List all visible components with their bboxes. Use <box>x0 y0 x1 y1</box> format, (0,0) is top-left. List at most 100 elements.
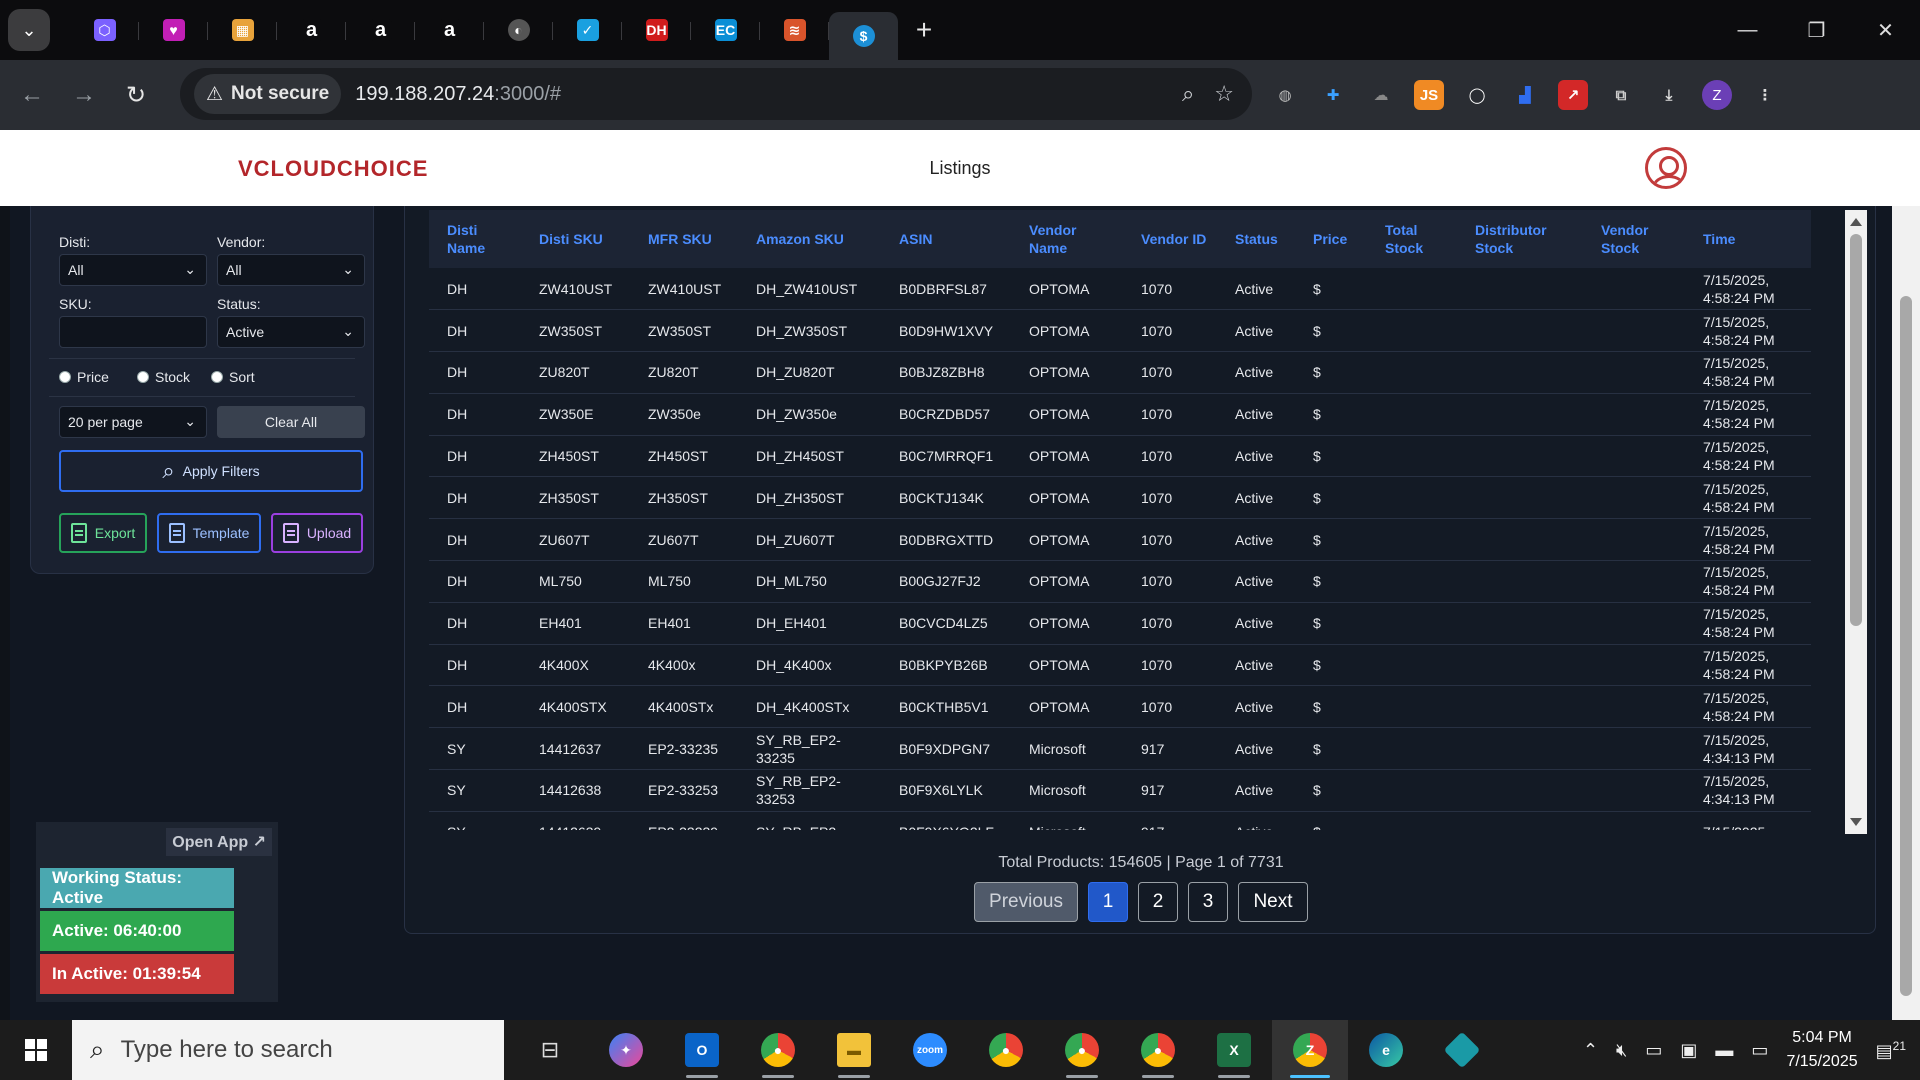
battery-icon[interactable]: ▬ <box>1715 1040 1733 1061</box>
table-row[interactable]: DH ZW410UST ZW410UST DH_ZW410UST B0DBRFSL87 O… <box>429 268 1811 311</box>
volume-muted-icon[interactable]: 🔇︎ <box>1616 1040 1627 1061</box>
diamond-app-icon[interactable] <box>1424 1020 1500 1080</box>
column-header[interactable]: Amazon SKU <box>738 210 881 268</box>
url-text[interactable]: 199.188.207.24:3000/# <box>355 83 561 106</box>
radio-stock[interactable]: Stock <box>137 369 190 385</box>
kebab-menu-icon[interactable]: ⋮ <box>1750 80 1780 110</box>
network-icon[interactable]: ▣ <box>1680 1040 1697 1061</box>
page-2-button[interactable]: 2 <box>1138 882 1178 922</box>
apply-filters-button[interactable]: ⌕ Apply Filters <box>59 450 363 492</box>
cloud-extension-icon[interactable]: ☁ <box>1366 80 1396 110</box>
browser-tab[interactable]: a <box>415 8 484 52</box>
browser-tab[interactable]: ♥ <box>139 8 208 52</box>
column-header[interactable]: Total Stock <box>1367 210 1457 268</box>
extensions-icon[interactable]: ⧉ <box>1606 80 1636 110</box>
start-button[interactable] <box>0 1020 72 1080</box>
browser-tab[interactable]: ⬡ <box>70 8 139 52</box>
column-header[interactable]: Disti Name <box>429 210 521 268</box>
browser-tab[interactable]: EC <box>691 8 760 52</box>
puzzle-extension-icon[interactable]: ✚ <box>1318 80 1348 110</box>
column-header[interactable]: Vendor Name <box>1011 210 1123 268</box>
security-indicator[interactable]: ⚠ Not secure <box>194 74 342 114</box>
minimize-button[interactable]: — <box>1713 0 1782 60</box>
back-button[interactable]: ← <box>6 69 58 121</box>
address-bar[interactable]: ⚠ Not secure 199.188.207.24:3000/# ⌕ ☆ <box>180 68 1252 120</box>
table-row[interactable]: DH ZU607T ZU607T DH_ZU607T B0DBRGXTTD OPTOMA 1… <box>429 518 1811 562</box>
close-window-button[interactable]: ✕ <box>1851 0 1920 60</box>
task-view-icon[interactable]: ⊟ <box>512 1020 588 1080</box>
table-row[interactable]: SY14412639EP2-33239SY_RB_EP2-B0F9X6YQ2LF… <box>429 811 1811 830</box>
notification-icon[interactable]: ▤21 <box>1876 1039 1906 1062</box>
browser-tab[interactable]: a <box>277 8 346 52</box>
table-row[interactable]: DH 4K400STX 4K400STx DH_4K400STx B0CKTHB5V1 O… <box>429 685 1811 729</box>
download-icon[interactable]: ⤓ <box>1654 80 1684 110</box>
scroll-up-arrow[interactable] <box>1850 218 1862 226</box>
circle-extension-icon[interactable]: ◯ <box>1462 80 1492 110</box>
browser-tab[interactable]: DH <box>622 8 691 52</box>
page-1-button[interactable]: 1 <box>1088 882 1128 922</box>
table-row[interactable]: DH ZH350ST ZH350ST DH_ZH350ST B0CKTJ134K OPTO… <box>429 476 1811 520</box>
browser-tab[interactable]: a <box>346 8 415 52</box>
vendor-select[interactable]: All ⌄ <box>217 254 365 286</box>
outlook-icon[interactable]: O <box>664 1020 740 1080</box>
column-header[interactable]: MFR SKU <box>630 210 738 268</box>
tab-search-button[interactable]: ⌄ <box>8 9 50 51</box>
page-scrollbar[interactable] <box>1892 206 1920 1020</box>
scroll-thumb[interactable] <box>1850 234 1862 626</box>
disti-select[interactable]: All ⌄ <box>59 254 207 286</box>
sku-input[interactable] <box>59 316 207 348</box>
table-row[interactable]: DH ZW350ST ZW350ST DH_ZW350ST B0D9HW1XVY OPTO… <box>429 309 1811 353</box>
chrome-active-icon[interactable]: Z <box>1272 1020 1348 1080</box>
browser-tab[interactable]: ≋ <box>760 8 829 52</box>
table-row[interactable]: DH EH401 EH401 DH_EH401 B0CVCD4LZ5 OPTOMA 1070… <box>429 602 1811 645</box>
browser-tab[interactable]: $ <box>829 12 898 60</box>
zoom-icon[interactable]: zoom <box>892 1020 968 1080</box>
zoom-icon[interactable]: ⌕ <box>1182 81 1194 107</box>
chrome-icon[interactable]: ● <box>968 1020 1044 1080</box>
meet-icon[interactable]: ▭ <box>1645 1040 1662 1061</box>
profile-avatar[interactable]: Z <box>1702 80 1732 110</box>
table-scrollbar[interactable] <box>1845 210 1867 834</box>
table-row[interactable]: DH ZW350E ZW350e DH_ZW350e B0CRZDBD57 OPTOMA 1… <box>429 393 1811 436</box>
table-row[interactable]: DH 4K400X 4K400x DH_4K400x B0BKPYB26B OPTOMA 1… <box>429 644 1811 687</box>
arrow-extension-icon[interactable]: ↗ <box>1558 80 1588 110</box>
browser-tab[interactable]: ✓ <box>553 8 622 52</box>
browser-tab[interactable]: ◐ <box>484 8 553 52</box>
forward-button[interactable]: → <box>58 69 110 121</box>
column-header[interactable]: Vendor Stock <box>1583 210 1685 268</box>
table-row[interactable]: SY 14412637 EP2-33235 SY_RB_EP2-33235 B0F9XD… <box>429 727 1811 771</box>
radio-price[interactable]: Price <box>59 369 109 385</box>
export-button[interactable]: Export <box>59 513 147 553</box>
file-explorer-icon[interactable]: ▬ <box>816 1020 892 1080</box>
taskbar-search[interactable]: ⌕ Type here to search <box>72 1020 504 1080</box>
user-profile-icon[interactable] <box>1645 147 1687 189</box>
clear-all-button[interactable]: Clear All <box>217 406 365 438</box>
chrome-profile-2-icon[interactable]: ● <box>1044 1020 1120 1080</box>
template-button[interactable]: Template <box>157 513 261 553</box>
radio-sort[interactable]: Sort <box>211 369 255 385</box>
bookmark-star-icon[interactable]: ☆ <box>1214 81 1234 107</box>
column-header[interactable]: Price <box>1295 210 1367 268</box>
table-row[interactable]: SY 14412638 EP2-33253 SY_RB_EP2-33253 B0F9X6… <box>429 769 1811 812</box>
display-icon[interactable]: ▭ <box>1751 1040 1768 1061</box>
open-app-button[interactable]: Open App ↗ <box>166 828 272 856</box>
per-page-select[interactable]: 20 per page ⌄ <box>59 406 207 438</box>
new-tab-button[interactable]: + <box>904 10 944 50</box>
edge-icon[interactable]: e <box>1348 1020 1424 1080</box>
chevron-up-icon[interactable]: ⌃ <box>1583 1040 1598 1061</box>
browser-tab[interactable]: ▦ <box>208 8 277 52</box>
js-extension-icon[interactable]: JS <box>1414 80 1444 110</box>
column-header[interactable]: Disti SKU <box>521 210 630 268</box>
page-scroll-thumb[interactable] <box>1900 296 1912 996</box>
column-header[interactable]: Status <box>1217 210 1295 268</box>
column-header[interactable]: Distributor Stock <box>1457 210 1583 268</box>
chrome-profile-3-icon[interactable]: ● <box>1120 1020 1196 1080</box>
globe-extension-icon[interactable]: ◍ <box>1270 80 1300 110</box>
previous-page-button[interactable]: Previous <box>974 882 1078 922</box>
scroll-down-arrow[interactable] <box>1850 818 1862 826</box>
table-row[interactable]: DH ML750 ML750 DH_ML750 B00GJ27FJ2 OPTOMA 1070… <box>429 560 1811 603</box>
table-row[interactable]: DH ZH450ST ZH450ST DH_ZH450ST B0C7MRRQF1 OPTO… <box>429 435 1811 478</box>
reload-button[interactable]: ↻ <box>110 69 162 121</box>
table-row[interactable]: DH ZU820T ZU820T DH_ZU820T B0BJZ8ZBH8 OPTOMA 1… <box>429 351 1811 394</box>
page-3-button[interactable]: 3 <box>1188 882 1228 922</box>
